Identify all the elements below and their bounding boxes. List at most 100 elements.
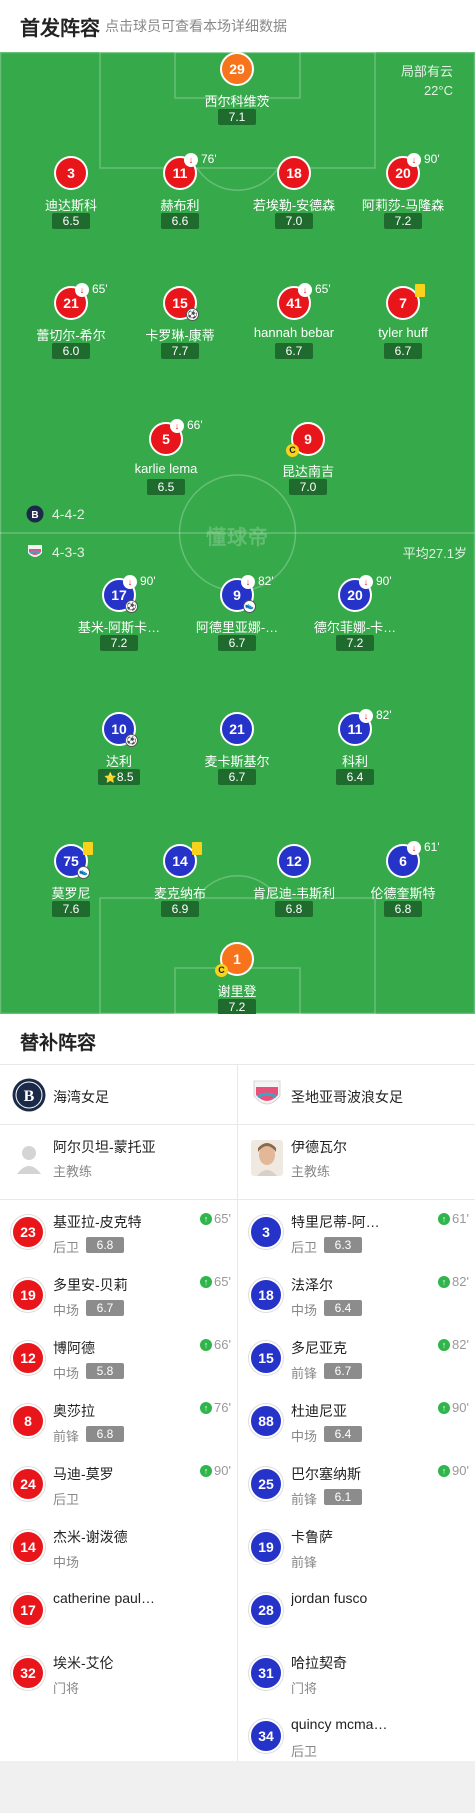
home-player[interactable]: 11 ↓ 76' 赫布利 6.6 [120, 152, 240, 236]
home-player[interactable]: 29 西尔科维茨 7.1 [177, 52, 297, 132]
away-player[interactable]: 9 ↓ 82' 👟 阿德里亚娜-… 6.7 [177, 574, 297, 658]
away-player[interactable]: 10 ⚽ 达利 ⭐8.5 [59, 712, 179, 792]
jersey-number: 28 [249, 1593, 283, 1627]
home-formation: B 4-4-2 [26, 505, 85, 523]
away-team-name: 圣地亚哥波浪女足 [291, 1089, 403, 1105]
sub-in-time: ↑ 90' [200, 1463, 231, 1478]
substitute-position: 中场 [53, 1366, 80, 1381]
jersey-number: 12 [11, 1341, 45, 1375]
home-substitute-row[interactable]: 8 奥莎拉 前锋 6.8 ↑ 76' [0, 1389, 237, 1452]
home-coach-name: 阿尔贝坦-蒙托亚 [53, 1139, 156, 1155]
substitute-position: 前锋 [53, 1429, 80, 1444]
player-name: hannah bebar [253, 325, 335, 340]
substitute-rating: 6.4 [324, 1300, 362, 1316]
page-title: 首发阵容 [20, 18, 100, 40]
away-substitute-row[interactable]: 88 杜迪尼亚 中场 6.4 ↑ 90' [238, 1389, 475, 1452]
jersey-number: 14 [11, 1530, 45, 1564]
home-team-logo-icon: B [26, 505, 44, 523]
sub-in-arrow-icon: ↑ [438, 1275, 451, 1288]
player-name: 莫罗尼 [51, 886, 91, 901]
away-substitute-row[interactable]: 19 卡鲁萨 前锋 [238, 1515, 475, 1578]
substitute-rating: 6.8 [86, 1426, 124, 1442]
away-player[interactable]: 20 ↓ 90' 德尔菲娜-卡… 7.2 [295, 574, 415, 658]
sub-off-minute: 65' [315, 282, 331, 296]
home-player[interactable]: 41 ↓ 65' hannah bebar 6.7 [234, 282, 354, 366]
away-formation-text: 4-3-3 [52, 544, 85, 560]
away-substitute-row[interactable]: 3 特里尼蒂-阿… 后卫 6.3 ↑ 61' [238, 1200, 475, 1263]
home-substitute-row[interactable]: 23 基亚拉-皮克特 后卫 6.8 ↑ 65' [0, 1200, 237, 1263]
home-team-logo-icon: B [12, 1078, 46, 1112]
home-player[interactable]: 21 ↓ 65' 蕾切尔-希尔 6.0 [11, 282, 131, 366]
away-player[interactable]: 11 ↓ 82' 科利 6.4 [295, 708, 415, 792]
substitute-position: 门将 [53, 1681, 80, 1696]
home-team-row[interactable]: B 海湾女足 [0, 1064, 237, 1124]
player-rating: 7.0 [275, 213, 313, 229]
away-player[interactable]: 14 麦克纳布 6.9 [120, 842, 240, 924]
home-player[interactable]: 7 tyler huff 6.7 [343, 284, 463, 366]
away-substitute-row[interactable]: 31 哈拉契奇 门将 [238, 1641, 475, 1704]
home-player[interactable]: 20 ↓ 90' 阿莉莎-马隆森 7.2 [343, 152, 463, 236]
home-substitute-row[interactable]: 32 埃米-艾伦 门将 [0, 1641, 237, 1704]
substitute-position: 后卫 [291, 1240, 318, 1255]
home-player[interactable]: 5 ↓ 66' karlie lema 6.5 [106, 418, 226, 502]
sub-in-arrow-icon: ↑ [438, 1401, 451, 1414]
player-rating: 6.7 [275, 343, 313, 359]
substitute-name: 法泽尔 [291, 1277, 333, 1293]
player-name: 麦克纳布 [153, 886, 206, 901]
home-coach-row[interactable]: 阿尔贝坦-蒙托亚 主教练 [0, 1125, 237, 1199]
away-coach-row[interactable]: 伊德瓦尔 主教练 [238, 1125, 475, 1199]
home-player[interactable]: 9 C 昆达南吉 7.0 [248, 422, 368, 502]
away-team-row[interactable]: 圣地亚哥波浪女足 [238, 1064, 475, 1124]
away-player[interactable]: 75 👟 莫罗尼 7.6 [11, 842, 131, 924]
home-substitute-row[interactable]: 17 catherine paul… [0, 1578, 237, 1641]
substitute-name: 多尼亚克 [291, 1340, 347, 1356]
jersey-number: 18 [277, 156, 311, 190]
away-player[interactable]: 6 ↓ 61' 伦德奎斯特 6.8 [343, 840, 463, 924]
jersey-number: 17 [11, 1593, 45, 1627]
away-substitute-row[interactable]: 34 quincy mcma… 后卫 [238, 1704, 475, 1767]
sub-in-minute: 90' [214, 1463, 231, 1478]
away-player[interactable]: 17 ↓ 90' ⚽ 基米-阿斯卡… 7.2 [59, 574, 179, 658]
substitute-rating: 6.1 [324, 1489, 362, 1505]
away-player[interactable]: 1 C 谢里登 7.2 [177, 942, 297, 1014]
svg-text:B: B [24, 1088, 35, 1105]
star-icon: ⭐ [104, 773, 117, 784]
sub-off-icon: ↓ [407, 841, 421, 855]
away-substitute-row[interactable]: 15 多尼亚克 前锋 6.7 ↑ 82' [238, 1326, 475, 1389]
sub-in-arrow-icon: ↑ [438, 1338, 451, 1351]
away-player[interactable]: 12 肯尼迪-韦斯利 6.8 [234, 844, 354, 924]
goal-ball-icon: ⚽ [125, 600, 138, 613]
substitute-name: 基亚拉-皮克特 [53, 1214, 142, 1230]
away-player[interactable]: 21 麦卡斯基尔 6.7 [177, 712, 297, 792]
sub-in-minute: 90' [452, 1463, 469, 1478]
temperature-text: 22°C [423, 83, 453, 98]
away-substitute-row[interactable]: 28 jordan fusco [238, 1578, 475, 1641]
home-substitute-row[interactable]: 19 多里安-贝莉 中场 6.7 ↑ 65' [0, 1263, 237, 1326]
away-coach-name: 伊德瓦尔 [291, 1139, 347, 1155]
player-name: 昆达南吉 [281, 464, 334, 479]
substitute-rating: 6.7 [86, 1300, 124, 1316]
home-player[interactable]: 18 若埃勒-安德森 7.0 [234, 156, 354, 236]
sub-in-minute: 90' [452, 1400, 469, 1415]
substitute-name: jordan fusco [291, 1590, 368, 1606]
home-player[interactable]: 15 ⚽ 卡罗琳-康蒂 7.7 [120, 286, 240, 366]
sub-in-arrow-icon: ↑ [200, 1401, 213, 1414]
substitute-name: 特里尼蒂-阿… [291, 1214, 380, 1230]
home-substitute-row[interactable]: 14 杰米-谢泼德 中场 [0, 1515, 237, 1578]
substitute-name: 卡鲁萨 [291, 1529, 333, 1545]
sub-off-icon: ↓ [123, 575, 137, 589]
home-player[interactable]: 3 迪达斯科 6.5 [11, 156, 131, 236]
jersey-number: 3 [54, 156, 88, 190]
sub-in-minute: 65' [214, 1274, 231, 1289]
sub-in-arrow-icon: ↑ [200, 1212, 213, 1225]
sub-in-arrow-icon: ↑ [438, 1464, 451, 1477]
away-substitute-row[interactable]: 18 法泽尔 中场 6.4 ↑ 82' [238, 1263, 475, 1326]
sub-in-minute: 82' [452, 1337, 469, 1352]
player-name: 阿德里亚娜-… [195, 620, 279, 635]
substitute-name: 奥莎拉 [53, 1403, 95, 1419]
home-substitute-row[interactable]: 24 马迪-莫罗 后卫 ↑ 90' [0, 1452, 237, 1515]
substitute-rating: 6.3 [324, 1237, 362, 1253]
home-substitute-row[interactable]: 12 博阿德 中场 5.8 ↑ 66' [0, 1326, 237, 1389]
away-substitute-row[interactable]: 25 巴尔塞纳斯 前锋 6.1 ↑ 90' [238, 1452, 475, 1515]
player-rating: 7.0 [289, 479, 327, 495]
